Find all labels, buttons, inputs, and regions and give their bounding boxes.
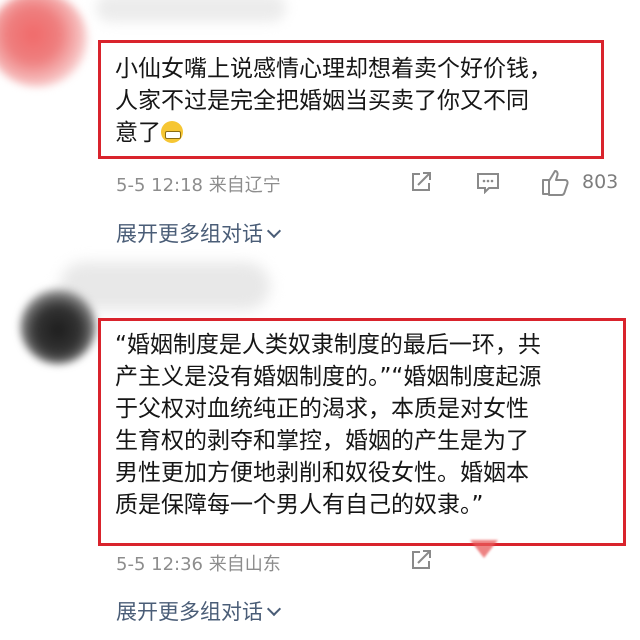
avatar[interactable] [0, 0, 88, 87]
avatar[interactable] [20, 288, 96, 364]
expand-conversation-link[interactable]: 展开更多组对话 [116, 596, 282, 626]
expand-label: 展开更多组对话 [116, 600, 263, 624]
comment-line: 男性更加方便地剥削和奴役女性。婚姻本 [115, 460, 529, 486]
comment-timestamp-location: 5-5 12:36 来自山东 [116, 554, 281, 575]
chevron-down-icon [266, 223, 282, 239]
comment-line: 人家不过是完全把婚姻当买卖了你又不同 [115, 88, 529, 114]
comment-line: 于父权对血统纯正的渴求，本质是对女性 [115, 396, 529, 422]
comment-text-highlighted: “婚姻制度是人类奴隶制度的最后一环，共 产主义是没有婚姻制度的。”“婚姻制度起源… [98, 318, 626, 546]
expand-conversation-link[interactable]: 展开更多组对话 [116, 218, 282, 248]
username-blurred[interactable] [96, 0, 286, 22]
share-icon[interactable] [410, 171, 432, 193]
username-blurred[interactable] [60, 262, 270, 310]
comment-line: 小仙女嘴上说感情心理却想着卖个好价钱， [115, 56, 552, 82]
chevron-down-icon [266, 601, 282, 617]
comment-line-text: 意了 [115, 120, 161, 146]
annotation-arrow [470, 540, 498, 558]
share-icon[interactable] [410, 549, 432, 571]
comment-line: 质是保障每一个男人有自己的奴隶。” [115, 492, 484, 518]
like-count: 803 [582, 171, 619, 193]
comment-timestamp-location: 5-5 12:18 来自辽宁 [116, 175, 281, 196]
thumbs-up-icon[interactable] [541, 168, 571, 196]
comment-line: “婚姻制度是人类奴隶制度的最后一环，共 [115, 332, 541, 358]
comment-icon[interactable] [476, 172, 500, 194]
comment-text-highlighted: 小仙女嘴上说感情心理却想着卖个好价钱， 人家不过是完全把婚姻当买卖了你又不同 意… [98, 40, 604, 159]
comment-line: 产主义是没有婚姻制度的。”“婚姻制度起源 [115, 364, 542, 390]
comment-line: 生育权的剥夺和掌控，婚姻的产生是为了 [115, 428, 529, 454]
grinning-face-icon [161, 121, 183, 143]
expand-label: 展开更多组对话 [116, 222, 263, 246]
comment-line: 意了 [115, 117, 591, 149]
